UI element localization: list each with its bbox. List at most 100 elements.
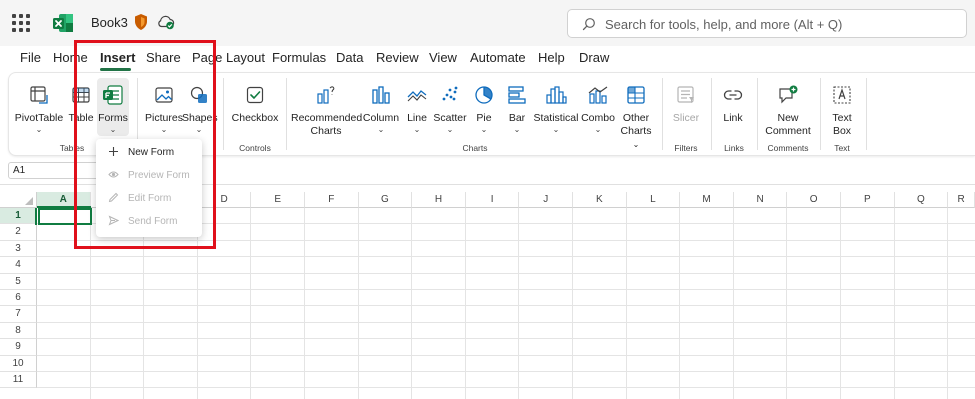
column-header-h[interactable]: H xyxy=(412,192,466,208)
app-launcher-icon[interactable] xyxy=(12,14,30,32)
scatter-chart-icon xyxy=(439,84,461,106)
column-header-m[interactable]: M xyxy=(680,192,734,208)
column-header-f[interactable]: F xyxy=(305,192,359,208)
chevron-down-icon: ⌄ xyxy=(377,125,385,134)
group-label-controls: Controls xyxy=(239,143,271,153)
slicer-button[interactable]: Slicer xyxy=(668,84,704,125)
bar-chart-icon xyxy=(506,84,528,106)
column-header-n[interactable]: N xyxy=(733,192,788,208)
row-header-4[interactable]: 4 xyxy=(0,257,37,274)
chevron-down-icon: ⌄ xyxy=(413,125,421,134)
chevron-down-icon: ⌄ xyxy=(552,125,560,134)
row-header-1[interactable]: 1 xyxy=(0,208,37,225)
row-header-9[interactable]: 9 xyxy=(0,339,37,356)
tab-formulas[interactable]: Formulas xyxy=(272,50,326,65)
column-chart-icon xyxy=(370,84,392,106)
gridline xyxy=(37,305,975,307)
search-placeholder: Search for tools, help, and more (Alt + … xyxy=(605,17,843,32)
pie-chart-button[interactable]: Pie ⌄ xyxy=(470,84,498,134)
group-divider xyxy=(662,78,663,150)
checkbox-button[interactable]: Checkbox xyxy=(230,84,280,125)
gridline xyxy=(37,354,975,356)
group-label-links: Links xyxy=(724,143,744,153)
row-header-2[interactable]: 2 xyxy=(0,224,37,241)
chevron-down-icon: ⌄ xyxy=(594,125,602,134)
row-header-6[interactable]: 6 xyxy=(0,290,37,307)
slicer-icon xyxy=(675,84,697,106)
scatter-chart-button[interactable]: Scatter ⌄ xyxy=(432,84,468,134)
column-header-k[interactable]: K xyxy=(573,192,627,208)
shield-icon[interactable] xyxy=(133,13,149,31)
row-header-7[interactable]: 7 xyxy=(0,306,37,323)
pie-chart-icon xyxy=(473,84,495,106)
column-header-p[interactable]: P xyxy=(841,192,895,208)
row-header-8[interactable]: 8 xyxy=(0,322,37,340)
row-header-3[interactable]: 3 xyxy=(0,240,37,258)
gridline xyxy=(37,371,975,372)
chevron-down-icon: ⌄ xyxy=(446,125,454,134)
column-header-q[interactable]: Q xyxy=(894,192,949,208)
tab-view[interactable]: View xyxy=(429,50,457,65)
tab-automate[interactable]: Automate xyxy=(470,50,526,65)
group-label-text: Text xyxy=(834,143,850,153)
gridline xyxy=(37,272,975,274)
tab-help[interactable]: Help xyxy=(538,50,565,65)
workbook-title[interactable]: Book3 xyxy=(91,15,128,30)
combo-chart-icon xyxy=(587,84,609,106)
tab-data[interactable]: Data xyxy=(336,50,363,65)
text-box-label-1: Text xyxy=(832,112,852,124)
statistical-label: Statistical xyxy=(533,112,579,124)
gridline xyxy=(37,289,975,290)
group-divider xyxy=(711,78,712,150)
new-comment-label-1: New xyxy=(777,112,799,124)
bar-chart-button[interactable]: Bar ⌄ xyxy=(503,84,531,134)
column-header-l[interactable]: L xyxy=(626,192,681,208)
column-chart-button[interactable]: Column ⌄ xyxy=(362,84,400,134)
column-header-r[interactable]: R xyxy=(948,192,975,208)
other-charts-label-2: Charts xyxy=(620,125,652,137)
tab-file[interactable]: File xyxy=(20,50,41,65)
column-header-j[interactable]: J xyxy=(519,192,573,208)
combo-label: Combo xyxy=(581,112,615,124)
new-comment-button[interactable]: New Comment xyxy=(762,84,814,138)
recommended-charts-label-2: Charts xyxy=(310,125,342,137)
pivottable-button[interactable]: PivotTable ⌄ xyxy=(14,84,64,134)
search-box[interactable]: Search for tools, help, and more (Alt + … xyxy=(567,9,967,38)
line-chart-button[interactable]: Line ⌄ xyxy=(403,84,431,134)
scatter-label: Scatter xyxy=(433,112,467,124)
tab-draw[interactable]: Draw xyxy=(579,50,609,65)
row-header-10[interactable]: 10 xyxy=(0,355,37,372)
excel-icon xyxy=(52,12,74,34)
column-header-g[interactable]: G xyxy=(358,192,413,208)
column-label: Column xyxy=(362,112,400,124)
checkbox-icon xyxy=(244,84,266,106)
column-header-o[interactable]: O xyxy=(787,192,841,208)
tab-review[interactable]: Review xyxy=(376,50,419,65)
statistical-chart-button[interactable]: Statistical ⌄ xyxy=(533,84,579,134)
group-divider xyxy=(223,78,224,150)
recommended-charts-button[interactable]: Recommended Charts xyxy=(291,84,362,138)
group-label-filters: Filters xyxy=(674,143,698,153)
combo-chart-button[interactable]: Combo ⌄ xyxy=(580,84,616,134)
group-label-comments: Comments xyxy=(767,143,809,153)
pivottable-label: PivotTable xyxy=(14,112,64,124)
gridline xyxy=(37,321,975,323)
statistical-chart-icon xyxy=(545,84,567,106)
text-box-button[interactable]: Text Box xyxy=(826,84,858,138)
cloud-saved-icon[interactable] xyxy=(157,14,175,30)
column-header-i[interactable]: I xyxy=(465,192,520,208)
other-charts-button[interactable]: Other Charts ⌄ xyxy=(616,84,656,151)
chevron-down-icon: ⌄ xyxy=(632,140,640,149)
link-label: Link xyxy=(723,112,743,124)
text-box-icon xyxy=(831,84,853,106)
select-all-corner[interactable] xyxy=(0,192,37,208)
chevron-down-icon: ⌄ xyxy=(513,125,521,134)
text-box-label-2: Box xyxy=(832,125,852,137)
column-header-e[interactable]: E xyxy=(251,192,305,208)
checkbox-label: Checkbox xyxy=(231,112,279,124)
link-button[interactable]: Link xyxy=(716,84,750,125)
row-header-5[interactable]: 5 xyxy=(0,273,37,290)
row-header-11[interactable]: 11 xyxy=(0,372,37,389)
group-divider xyxy=(757,78,758,150)
chevron-down-icon: ⌄ xyxy=(480,125,488,134)
